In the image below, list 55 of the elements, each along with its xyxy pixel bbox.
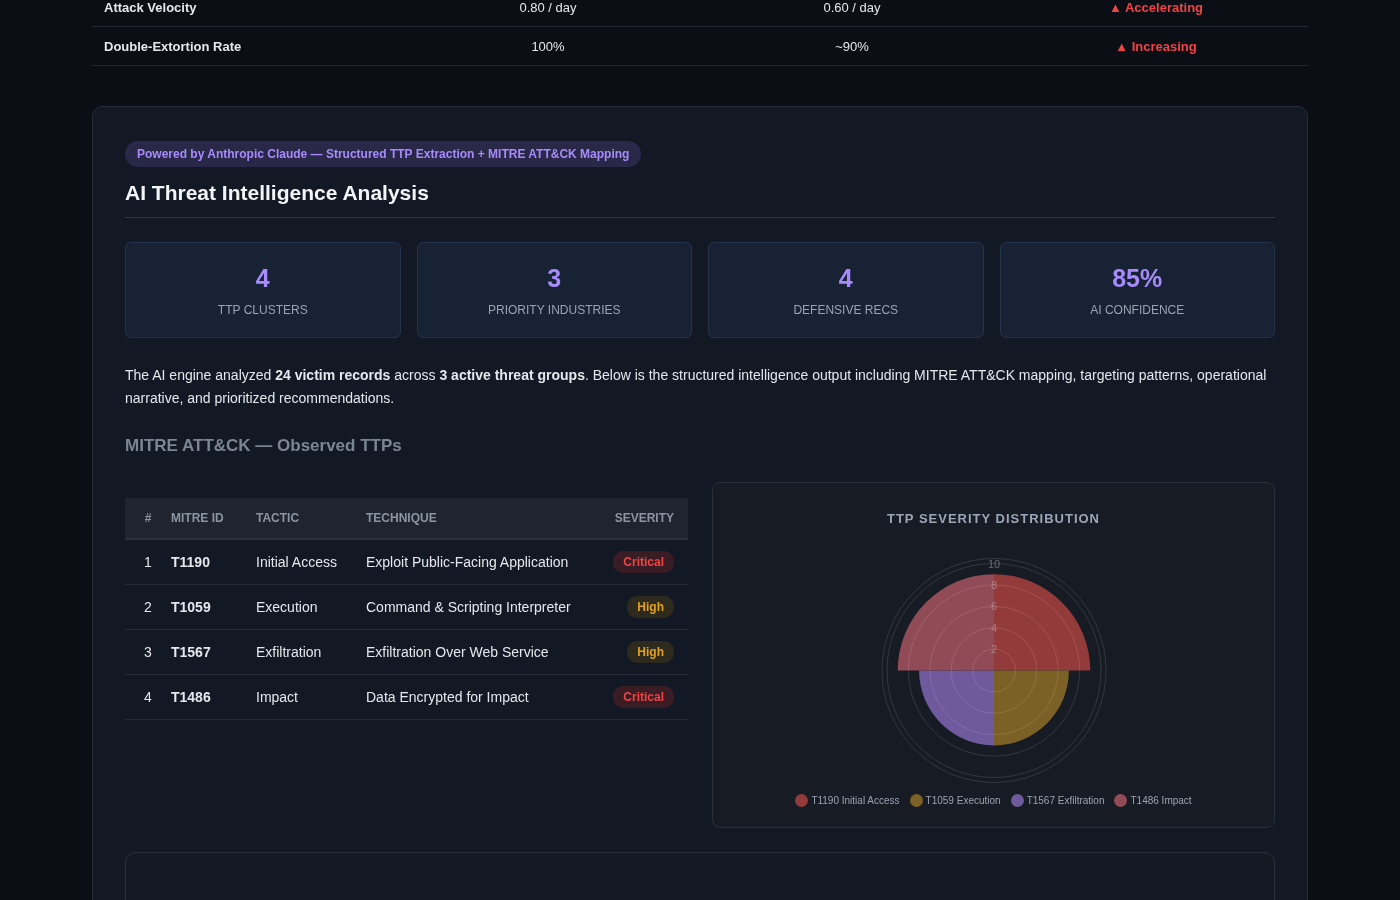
table-cell: Impact [256,674,366,720]
metric-label: Attack Velocity [103,0,198,15]
column-header: SEVERITY [601,498,688,539]
chart-title: TTP SEVERITY DISTRIBUTION [886,511,1100,526]
column-header: MITRE ID [171,498,256,539]
column-header: # [125,498,171,539]
table-cell: Exploit Public-Facing Application [366,539,602,585]
metric-value: 0.60 / day [822,0,882,15]
trend-indicator: ▲ Accelerating [1108,0,1204,15]
severity-badge: Critical [613,686,674,708]
axis-tick-label: 8 [990,578,997,591]
table-cell: Execution [256,584,366,630]
legend-label[interactable]: T1190 Initial Access [811,795,900,806]
section-title: AI Threat Intelligence Analysis [125,181,1275,218]
stat-label: TTP CLUSTERS [217,302,308,317]
column-header: TECHNIQUE [366,498,602,539]
axis-tick-label: 10 [987,557,1000,570]
powered-by-badge: Powered by Anthropic Claude — Structured TTP Extraction + MITRE ATT&CK Mapping [125,141,642,167]
axis-tick-label: 6 [990,600,997,613]
summary-paragraph: The AI engine analyzed 24 victim records across 3 active threat groups. Below is the structured intelligence output including MITRE ATT&CK mapping, targeting patterns, operational narrative, and prioritized recommendations. [125,366,1268,408]
table-cell: 2 [125,584,171,630]
metric-label: Double-Extortion Rate [103,38,243,54]
stat-value: 3 [547,263,562,293]
table-cell: Exfiltration [256,629,366,675]
table-cell: Command & Scripting Interpreter [366,584,602,630]
table-cell: T1190 [171,539,256,585]
table-cell: Data Encrypted for Impact [366,674,602,720]
subsection-heading: MITRE ATT&CK — Observed TTPs [125,436,403,456]
legend-label[interactable]: T1486 Impact [1130,795,1192,806]
table-cell: Exfiltration Over Web Service [366,629,602,675]
table-cell: 3 [125,629,171,675]
metric-value: 100% [530,38,566,54]
metric-value: ~90% [834,38,870,54]
table-cell: T1059 [171,584,256,630]
legend-label[interactable]: T1567 Exfiltration [1026,795,1105,806]
trend-indicator: ▲ Increasing [1114,38,1198,54]
stat-label: PRIORITY INDUSTRIES [488,302,621,317]
table-cell: Initial Access [256,539,366,585]
stat-label: AI CONFIDENCE [1090,302,1185,317]
stat-label: DEFENSIVE RECS [793,302,899,317]
table-cell: 1 [125,539,171,585]
severity-badge: Critical [613,551,674,573]
severity-badge: High [627,641,674,663]
axis-tick-label: 2 [990,643,997,656]
stat-value: 4 [838,263,853,293]
stat-value: 4 [255,263,270,293]
metric-value: 0.80 / day [518,0,578,15]
axis-tick-label: 4 [990,621,997,634]
table-cell: T1567 [171,629,256,675]
legend-label[interactable]: T1059 Execution [925,795,1001,806]
stat-value: 85% [1112,263,1163,293]
severity-badge: High [627,596,674,618]
column-header: TACTIC [256,498,366,539]
table-cell: 4 [125,674,171,720]
table-cell: T1486 [171,674,256,720]
